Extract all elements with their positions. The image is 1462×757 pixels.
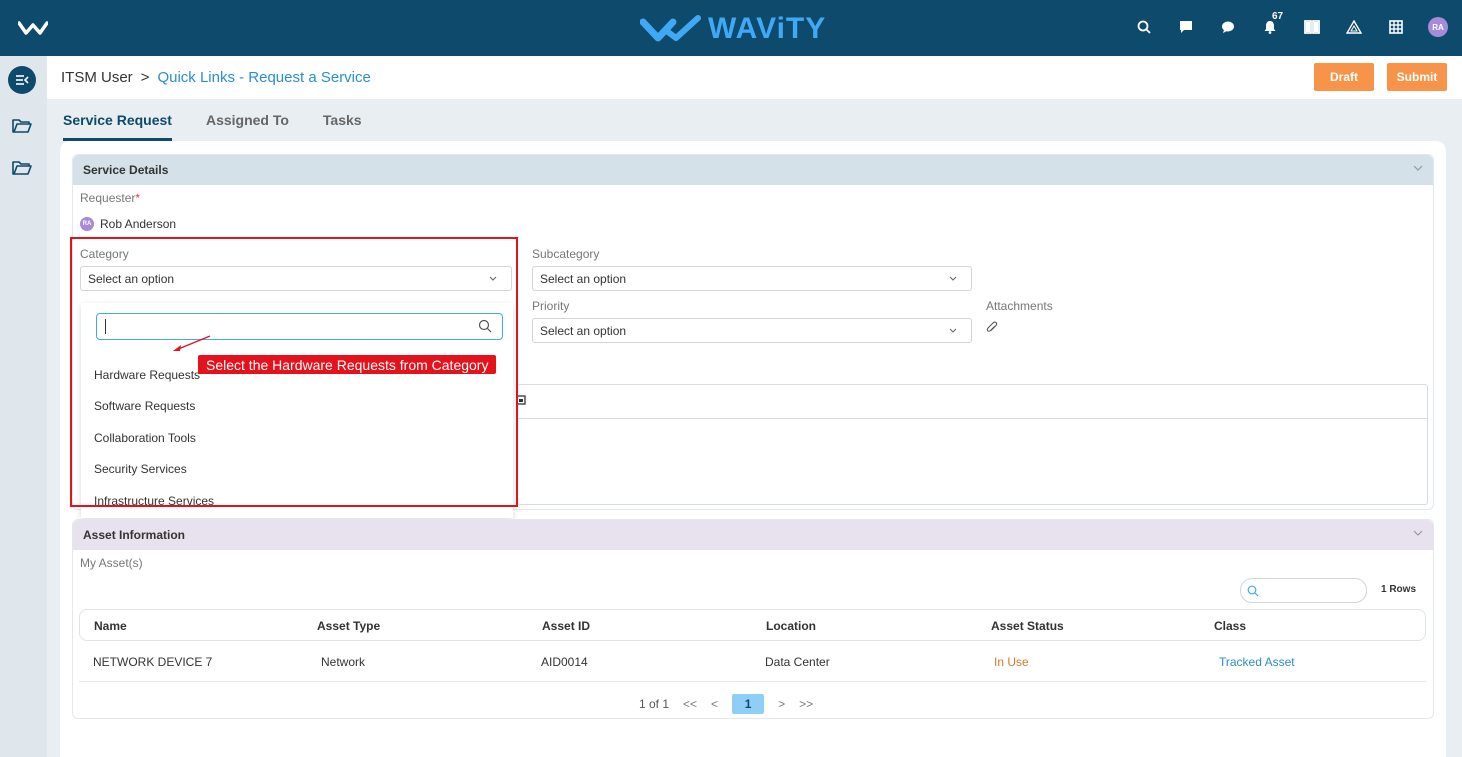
paperclip-icon[interactable] [986,321,998,335]
app-logo-icon[interactable] [18,20,48,36]
brand-name: WAViTY [708,12,827,45]
subcategory-select[interactable]: Select an option [532,266,972,291]
rows-count: 1 Rows [1381,584,1417,595]
column-header-asset-id[interactable]: Asset ID [542,619,590,633]
chevron-down-icon [949,276,957,281]
my-assets-label: My Asset(s) [80,556,143,570]
requester-value: RA Rob Anderson [80,217,176,231]
tab-tasks[interactable]: Tasks [323,99,362,141]
warning-triangle-icon[interactable] [1344,17,1364,37]
current-page-button[interactable]: 1 [732,694,765,714]
service-details-title: Service Details [83,163,169,177]
pagination: 1 of 1 << < 1 > >> [639,694,813,714]
cell-asset-type: Network [321,655,366,669]
tab-service-request[interactable]: Service Request [63,99,172,141]
top-icon-bar: 67 RA [1134,11,1448,37]
page-header: ITSM User > Quick Links - Request a Serv… [47,56,1462,99]
left-sidebar [0,56,47,757]
prev-page-button[interactable]: < [711,697,718,711]
folder-icon[interactable] [12,118,32,134]
asset-table-header: Name Asset Type Asset ID Location Asset … [79,609,1426,641]
column-header-asset-status[interactable]: Asset Status [991,619,1064,633]
breadcrumb-current[interactable]: Quick Links - Request a Service [157,69,370,86]
priority-select-value: Select an option [540,323,627,338]
editor-toolbar [516,385,1427,419]
search-icon[interactable] [1134,17,1154,37]
chevron-down-icon[interactable] [1413,165,1423,171]
notification-bell-icon[interactable]: 67 [1260,11,1283,37]
priority-select[interactable]: Select an option [532,318,972,343]
cell-asset-id: AID0014 [541,655,588,669]
attachments-label: Attachments [986,299,1053,313]
priority-label: Priority [532,299,570,313]
chat-icon[interactable] [1176,17,1196,37]
breadcrumb-separator: > [140,69,150,86]
search-icon [1247,585,1259,597]
column-header-asset-type[interactable]: Asset Type [317,619,380,633]
annotation-arrow-icon [173,335,211,351]
asset-information-header[interactable]: Asset Information [73,520,1433,550]
asset-search-input[interactable] [1240,578,1367,603]
required-mark: * [135,191,141,205]
book-icon[interactable] [1302,17,1322,37]
breadcrumb: ITSM User > Quick Links - Request a Serv… [61,69,371,86]
column-header-location[interactable]: Location [766,619,816,633]
draft-button[interactable]: Draft [1314,63,1374,91]
folder-open-icon[interactable] [12,160,32,176]
notification-count: 67 [1272,11,1284,22]
cell-class-link[interactable]: Tracked Asset [1219,655,1295,669]
user-avatar[interactable]: RA [1428,17,1448,37]
column-header-name[interactable]: Name [94,619,127,633]
tab-bar: Service Request Assigned To Tasks [63,99,362,141]
requester-label: Requester* [80,191,141,205]
service-details-header[interactable]: Service Details [73,155,1433,185]
requester-avatar: RA [80,217,94,231]
tab-assigned-to[interactable]: Assigned To [206,99,289,141]
description-editor[interactable] [516,384,1428,505]
breadcrumb-root[interactable]: ITSM User [61,69,133,86]
brand-logo: WAViTY [640,12,826,46]
first-page-button[interactable]: << [683,697,697,711]
subcategory-label: Subcategory [532,247,600,261]
last-page-button[interactable]: >> [799,697,813,711]
sidebar-toggle-icon[interactable] [8,66,36,94]
cell-location: Data Center [765,655,830,669]
column-header-class[interactable]: Class [1214,619,1246,633]
table-row[interactable]: NETWORK DEVICE 7 Network AID0014 Data Ce… [79,642,1426,682]
chevron-down-icon [949,328,957,333]
top-bar: WAViTY 67 RA [0,0,1462,56]
submit-button[interactable]: Submit [1387,63,1447,91]
requester-name: Rob Anderson [100,217,177,231]
annotation-callout: Select the Hardware Requests from Catego… [198,355,497,374]
brand-check-icon [640,15,701,42]
comment-icon[interactable] [1218,17,1238,37]
page-summary: 1 of 1 [639,697,670,711]
grid-icon[interactable] [1386,17,1406,37]
cell-name: NETWORK DEVICE 7 [93,655,213,669]
next-page-button[interactable]: > [778,697,785,711]
asset-information-section: Asset Information My Asset(s) 1 Rows Nam… [72,519,1434,719]
subcategory-select-value: Select an option [540,271,627,286]
chevron-down-icon[interactable] [1413,530,1423,536]
cell-asset-status: In Use [994,655,1029,669]
asset-information-title: Asset Information [83,528,186,542]
